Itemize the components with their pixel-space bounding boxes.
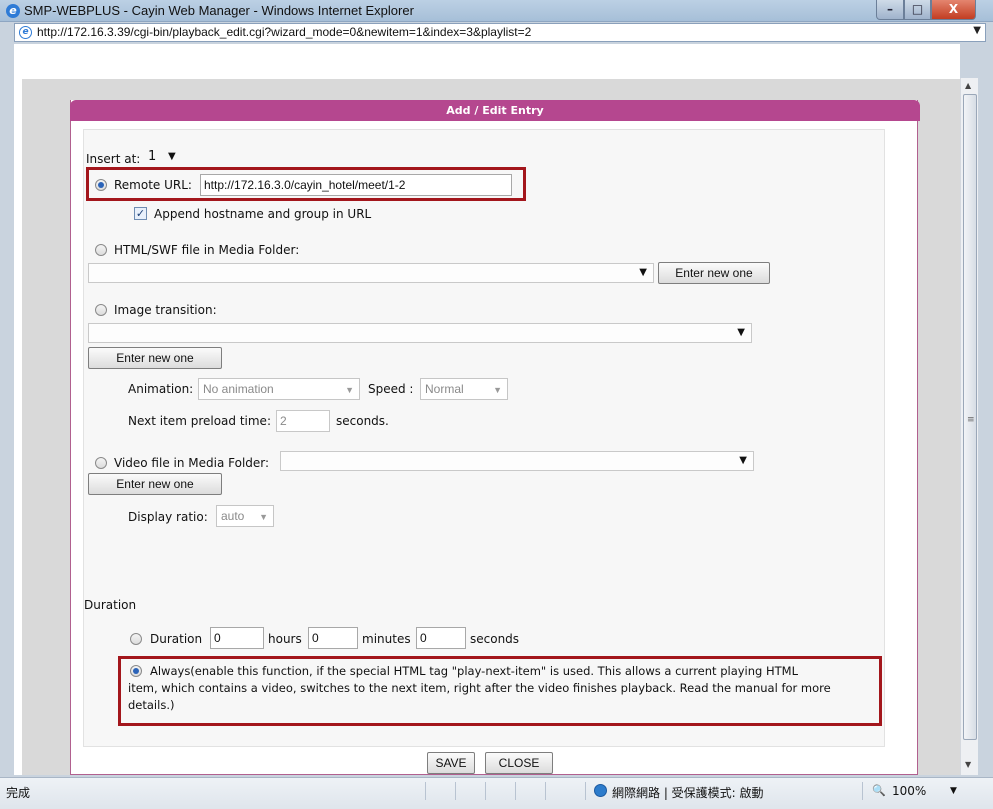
- page-icon: e: [19, 26, 32, 39]
- status-divider: [545, 782, 546, 800]
- duration-hours-input[interactable]: 0: [210, 627, 264, 649]
- chevron-down-icon: ▼: [259, 512, 268, 522]
- grip-icon: ≡: [967, 415, 975, 425]
- always-description-line2: item, which contains a video, switches t…: [128, 681, 831, 695]
- chevron-down-icon: ▼: [493, 385, 502, 395]
- animation-value: No animation: [203, 382, 274, 396]
- title-bar: e SMP-WEBPLUS - Cayin Web Manager - Wind…: [0, 0, 993, 22]
- always-description-line1: Always(enable this function, if the spec…: [150, 664, 798, 678]
- html-swf-select[interactable]: ▼: [88, 263, 654, 283]
- html-swf-enter-new-button[interactable]: Enter new one: [658, 262, 770, 284]
- zone-status: 網際網路 | 受保護模式: 啟動: [612, 786, 764, 800]
- globe-icon: [594, 784, 607, 797]
- address-bar[interactable]: e http://172.16.3.39/cgi-bin/playback_ed…: [14, 23, 986, 42]
- speed-label: Speed :: [368, 382, 414, 396]
- maximize-button[interactable]: □: [904, 0, 931, 20]
- duration-label: Duration: [150, 632, 203, 646]
- scroll-down-icon[interactable]: ▼: [965, 760, 971, 769]
- append-hostname-label: Append hostname and group in URL: [154, 207, 372, 221]
- status-divider: [585, 782, 586, 800]
- video-file-radio[interactable]: [95, 457, 107, 469]
- seconds-label: seconds: [470, 632, 520, 646]
- dialog-body: Insert at: 1 ▼ Remote URL: http://172.16…: [83, 129, 885, 747]
- display-ratio-select[interactable]: auto ▼: [216, 505, 274, 527]
- status-divider: [485, 782, 486, 800]
- minutes-label: minutes: [362, 632, 411, 646]
- duration-minutes-input[interactable]: 0: [308, 627, 358, 649]
- ie-icon: e: [6, 4, 20, 18]
- zoom-dropdown-icon[interactable]: ▼: [950, 786, 957, 796]
- address-dropdown-icon[interactable]: ▼: [973, 25, 981, 36]
- address-url[interactable]: http://172.16.3.39/cgi-bin/playback_edit…: [37, 25, 531, 39]
- insert-at-select[interactable]: 1 ▼: [144, 149, 182, 169]
- video-file-label: Video file in Media Folder:: [114, 456, 270, 470]
- html-swf-radio[interactable]: [95, 244, 107, 256]
- remote-url-highlight: [86, 167, 526, 201]
- video-file-select[interactable]: ▼: [280, 451, 754, 471]
- dialog-title: Add / Edit Entry: [70, 100, 920, 121]
- status-divider: [425, 782, 426, 800]
- window-title: SMP-WEBPLUS - Cayin Web Manager - Window…: [24, 3, 414, 18]
- append-hostname-checkbox[interactable]: ✓: [134, 207, 147, 220]
- status-text: 完成: [6, 786, 31, 800]
- duration-seconds-input[interactable]: 0: [416, 627, 466, 649]
- display-ratio-value: auto: [221, 509, 245, 523]
- vertical-scrollbar[interactable]: ▲ ≡ ▼: [960, 78, 978, 775]
- image-transition-enter-new-button[interactable]: Enter new one: [88, 347, 222, 369]
- animation-select[interactable]: No animation ▼: [198, 378, 360, 400]
- status-divider: [862, 782, 863, 800]
- speed-select[interactable]: Normal ▼: [420, 378, 508, 400]
- insert-at-label: Insert at:: [86, 152, 141, 166]
- chevron-down-icon: ▼: [168, 151, 176, 162]
- zoom-level[interactable]: 100%: [892, 784, 926, 798]
- insert-at-value: 1: [148, 149, 157, 164]
- duration-radio[interactable]: [130, 633, 142, 645]
- minimize-button[interactable]: –: [876, 0, 904, 20]
- status-divider: [515, 782, 516, 800]
- preload-time-label: Next item preload time:: [128, 414, 271, 428]
- always-radio[interactable]: [130, 665, 142, 677]
- chevron-down-icon: ▼: [345, 385, 354, 395]
- duration-heading: Duration: [84, 598, 137, 612]
- image-transition-label: Image transition:: [114, 303, 217, 317]
- status-bar: 完成 網際網路 | 受保護模式: 啟動 🔍 100% ▼: [0, 777, 993, 809]
- always-description-line3: details.): [128, 698, 175, 712]
- chevron-down-icon: ▼: [739, 455, 747, 466]
- status-divider: [455, 782, 456, 800]
- page-viewport: Add / Edit Entry Insert at: 1 ▼ Remote U…: [14, 44, 960, 775]
- speed-value: Normal: [425, 382, 464, 396]
- zoom-icon: 🔍: [872, 784, 886, 797]
- hours-label: hours: [268, 632, 302, 646]
- close-button[interactable]: CLOSE: [485, 752, 553, 774]
- image-transition-radio[interactable]: [95, 304, 107, 316]
- preload-time-input[interactable]: 2: [276, 410, 330, 432]
- chevron-down-icon: ▼: [737, 327, 745, 338]
- add-edit-entry-dialog: Add / Edit Entry Insert at: 1 ▼ Remote U…: [70, 100, 920, 775]
- html-swf-label: HTML/SWF file in Media Folder:: [114, 243, 300, 257]
- animation-label: Animation:: [128, 382, 194, 396]
- scrollbar-thumb[interactable]: ≡: [963, 94, 977, 740]
- image-transition-select[interactable]: ▼: [88, 323, 752, 343]
- video-file-enter-new-button[interactable]: Enter new one: [88, 473, 222, 495]
- display-ratio-label: Display ratio:: [128, 510, 208, 524]
- preload-time-unit: seconds.: [336, 414, 389, 428]
- save-button[interactable]: SAVE: [427, 752, 475, 774]
- close-window-button[interactable]: X: [931, 0, 976, 20]
- chevron-down-icon: ▼: [639, 267, 647, 278]
- scroll-up-icon[interactable]: ▲: [965, 81, 971, 90]
